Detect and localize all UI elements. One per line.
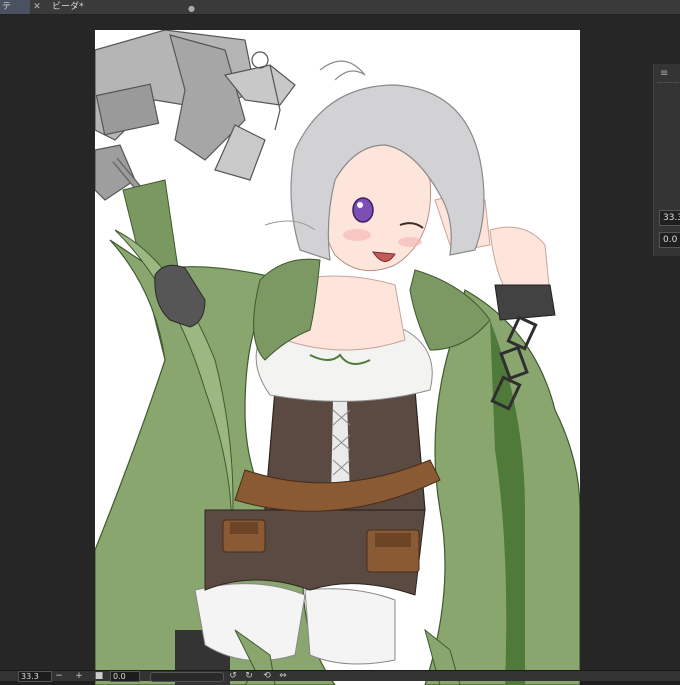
navigator-angle-field[interactable]: 0.0 — [659, 232, 680, 248]
modified-dot-icon: ● — [188, 4, 195, 13]
tab-label: テ — [2, 2, 12, 12]
tab-document-2[interactable]: ビーダ* ● — [48, 0, 195, 14]
illustration-artwork — [95, 30, 580, 685]
menu-icon[interactable]: ≡ — [660, 68, 668, 79]
panel-divider — [657, 82, 679, 83]
zoom-field[interactable]: 33.3 — [18, 671, 52, 682]
tab-document-1[interactable]: テ — [0, 0, 30, 14]
status-bar: 33.3 − + ■ 0.0 ↺ ↻ ⟲ ⇔ — [0, 670, 680, 682]
navigator-panel: ≡ 33.3 0.0 — [653, 64, 680, 256]
navigator-zoom-field[interactable]: 33.3 — [659, 210, 680, 226]
angle-field[interactable]: 0.0 — [110, 671, 140, 682]
document-tab-bar: テ ✕ ビーダ* ● — [0, 0, 680, 15]
close-icon[interactable]: ✕ — [32, 2, 42, 12]
tab-label: ビーダ* — [52, 2, 84, 12]
canvas-paper[interactable] — [95, 30, 580, 685]
horizontal-scrollbar[interactable] — [150, 672, 224, 682]
canvas-area[interactable] — [0, 15, 680, 685]
